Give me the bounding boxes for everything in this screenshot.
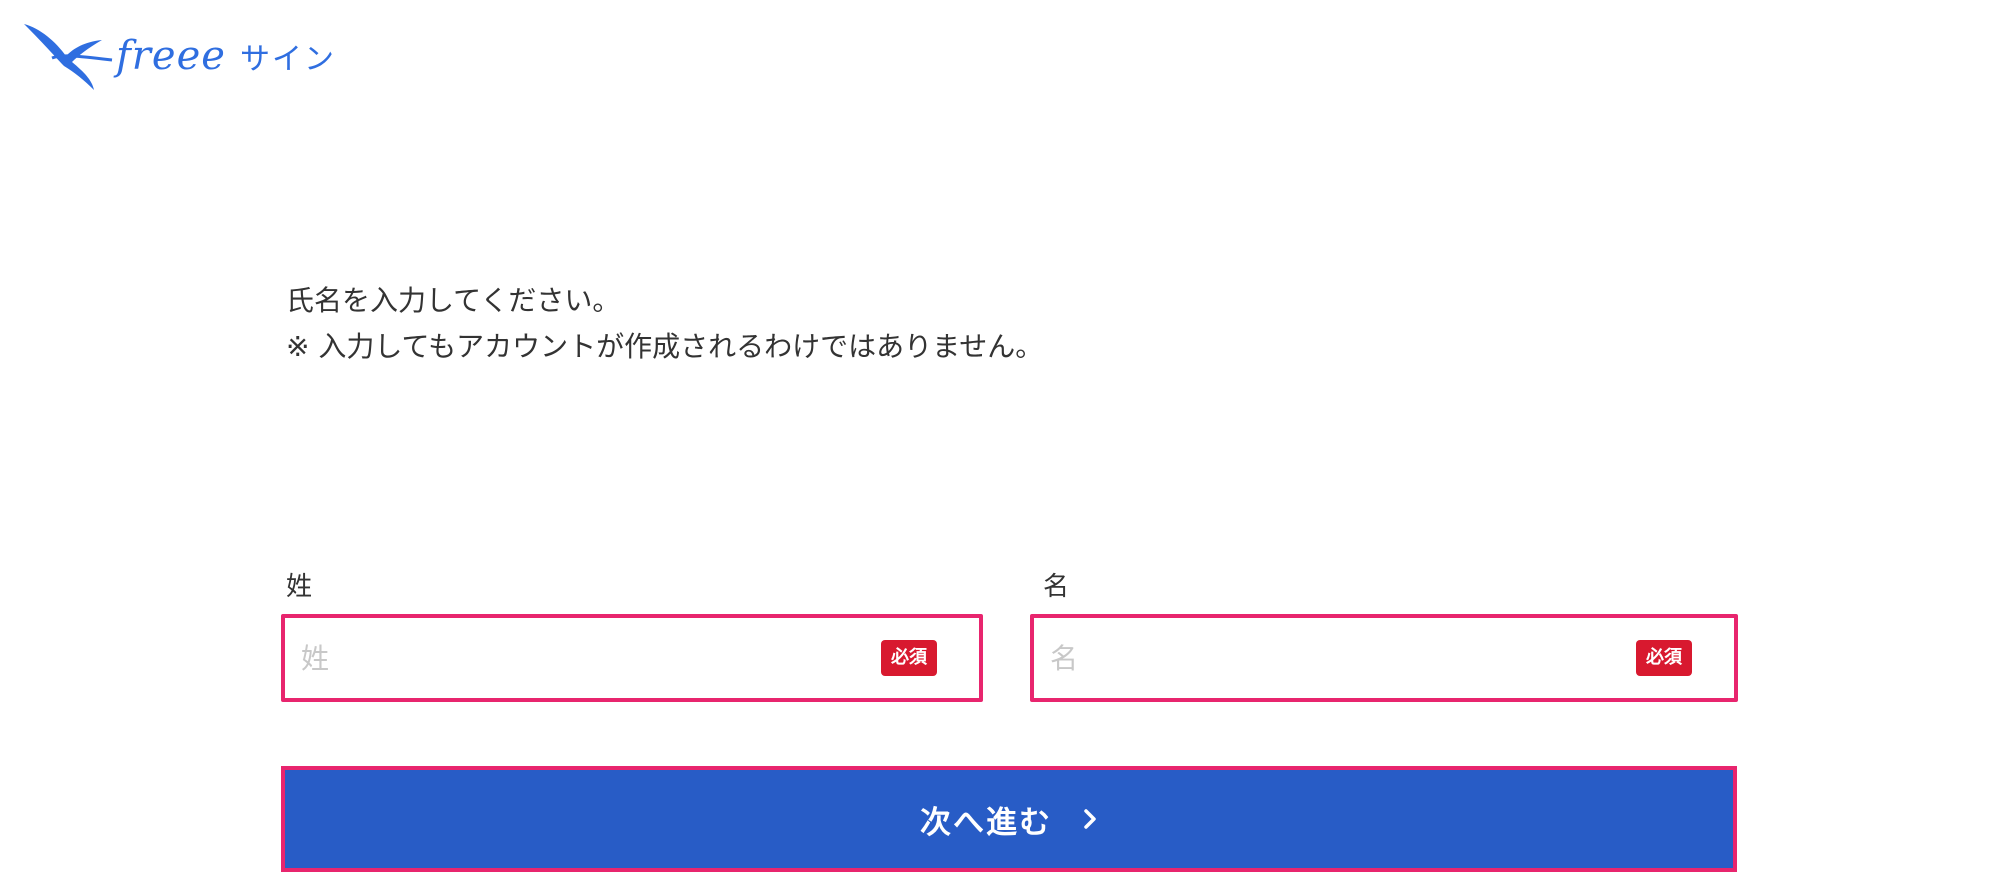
bird-icon [22,18,114,94]
logo-product-name: サイン [239,42,336,77]
last-name-input[interactable] [285,628,881,688]
freee-sign-logo[interactable]: freee サイン [22,18,336,94]
page: freee サイン 氏名を入力してください。 ※ 入力してもアカウントが作成され… [0,0,1999,896]
instruction-line-1: 氏名を入力してください。 [286,284,621,317]
last-name-field[interactable]: 必須 [281,614,983,702]
first-name-input[interactable] [1034,628,1636,688]
next-button[interactable]: 次へ進む [281,766,1737,872]
required-badge: 必須 [1636,640,1692,676]
chevron-right-icon [1082,807,1098,831]
last-name-label: 姓 [286,572,313,602]
instructions: 氏名を入力してください。 ※ 入力してもアカウントが作成されるわけではありません… [286,278,1043,370]
first-name-field[interactable]: 必須 [1030,614,1738,702]
first-name-label: 名 [1043,572,1070,602]
next-button-label: 次へ進む [920,804,1052,841]
instruction-line-2: ※ 入力してもアカウントが作成されるわけではありません。 [286,330,1044,363]
logo-wordmark: freee [116,33,226,79]
required-badge: 必須 [881,640,937,676]
